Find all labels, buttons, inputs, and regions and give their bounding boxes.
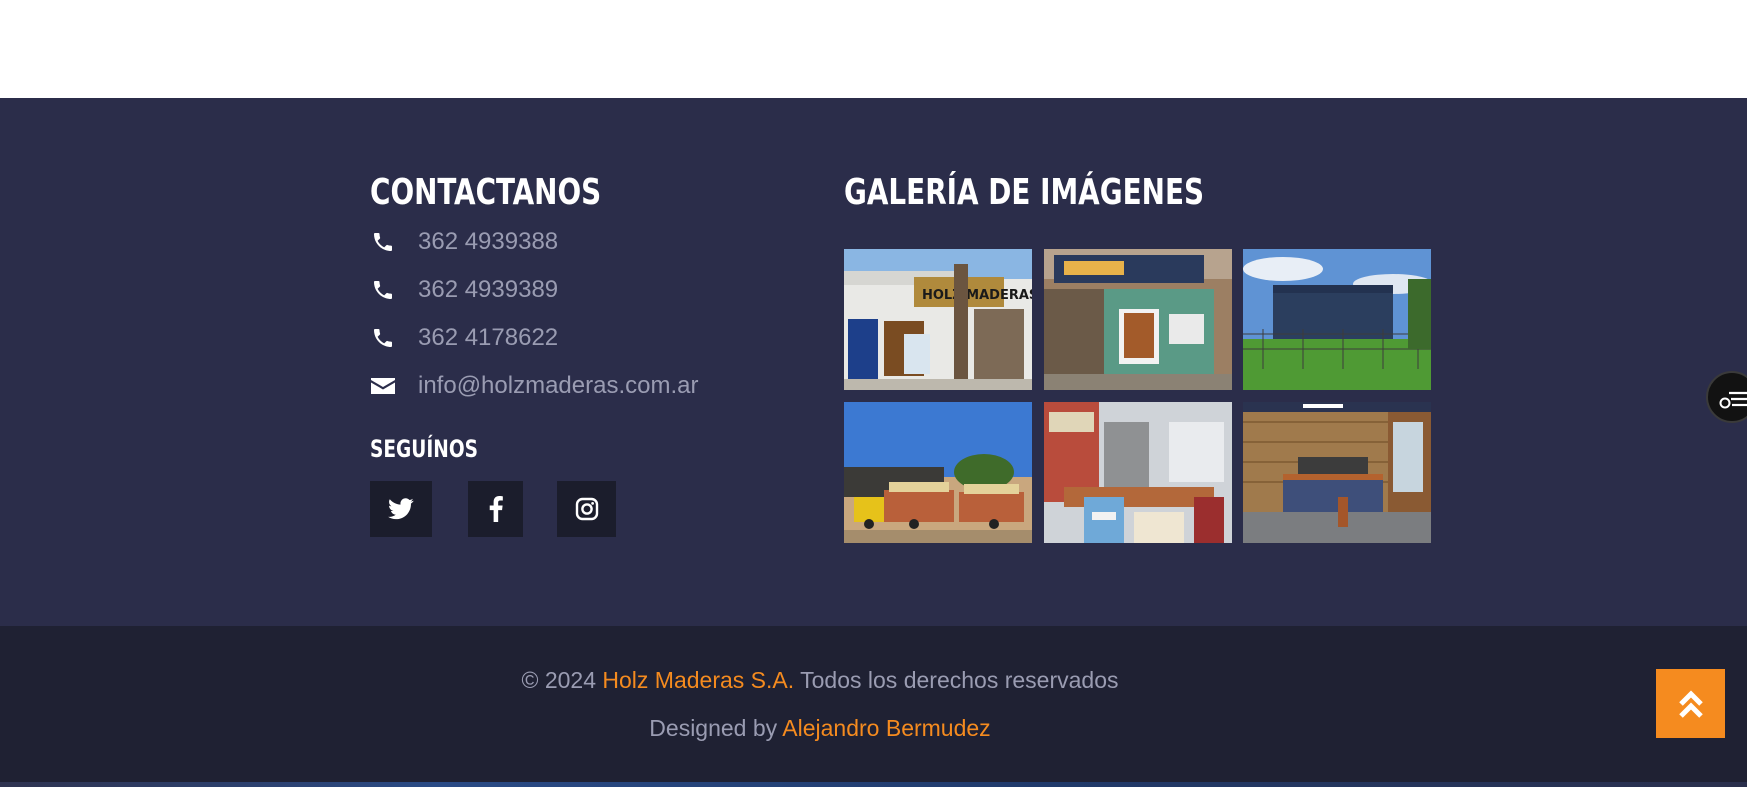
facebook-icon <box>489 496 503 522</box>
twitter-icon <box>388 498 414 520</box>
gallery-image-lumber-truck[interactable] <box>844 402 1032 543</box>
gallery-image-building-facade[interactable] <box>1044 249 1232 390</box>
contact-phone-text: 362 4939388 <box>418 228 559 255</box>
gallery-image-storefront[interactable]: HOLZ MADERAS <box>844 249 1032 390</box>
gallery-image-warehouse[interactable] <box>1243 249 1431 390</box>
gallery-image-office-interior[interactable] <box>1243 402 1431 543</box>
follow-heading: SEGUÍNOS <box>370 435 478 463</box>
contact-heading: CONTACTANOS <box>370 172 602 213</box>
rights-text: Todos los derechos reservados <box>800 667 1119 693</box>
footer-bottom-bar <box>0 626 1747 782</box>
designer-line: Designed by Alejandro Bermudez <box>0 715 1640 742</box>
designer-link[interactable]: Alejandro Bermudez <box>782 715 990 741</box>
contact-phone-text: 362 4939389 <box>418 276 559 303</box>
gallery-heading: GALERÍA DE IMÁGENES <box>844 172 1205 213</box>
copyright-prefix: © 2024 <box>521 667 597 693</box>
instagram-button[interactable] <box>557 481 616 537</box>
contact-phone-1[interactable]: 362 4939388 <box>370 226 558 258</box>
double-chevron-up-icon <box>1678 689 1703 718</box>
copyright-line: © 2024 Holz Maderas S.A. Todos los derec… <box>0 667 1640 694</box>
phone-icon <box>370 277 396 303</box>
envelope-icon <box>370 373 396 399</box>
browser-bottom-strip <box>0 782 1747 787</box>
page-top-area <box>0 0 1747 98</box>
contact-phone-3[interactable]: 362 4178622 <box>370 322 558 354</box>
contact-email-text: info@holzmaderas.com.ar <box>418 372 699 399</box>
designed-by-prefix: Designed by <box>649 715 778 741</box>
back-to-top-button[interactable] <box>1656 669 1725 738</box>
company-link[interactable]: Holz Maderas S.A. <box>602 667 794 693</box>
twitter-button[interactable] <box>370 481 432 537</box>
contact-phone-2[interactable]: 362 4939389 <box>370 274 558 306</box>
phone-icon <box>370 229 396 255</box>
contact-email[interactable]: info@holzmaderas.com.ar <box>370 370 698 402</box>
svg-text:HOLZ MADERAS: HOLZ MADERAS <box>922 288 1032 303</box>
facebook-button[interactable] <box>468 481 523 537</box>
phone-icon <box>370 325 396 351</box>
instagram-icon <box>575 497 598 521</box>
gallery-image-shop-counter[interactable] <box>1044 402 1232 543</box>
list-menu-icon <box>1719 391 1747 409</box>
contact-phone-text: 362 4178622 <box>418 324 559 351</box>
